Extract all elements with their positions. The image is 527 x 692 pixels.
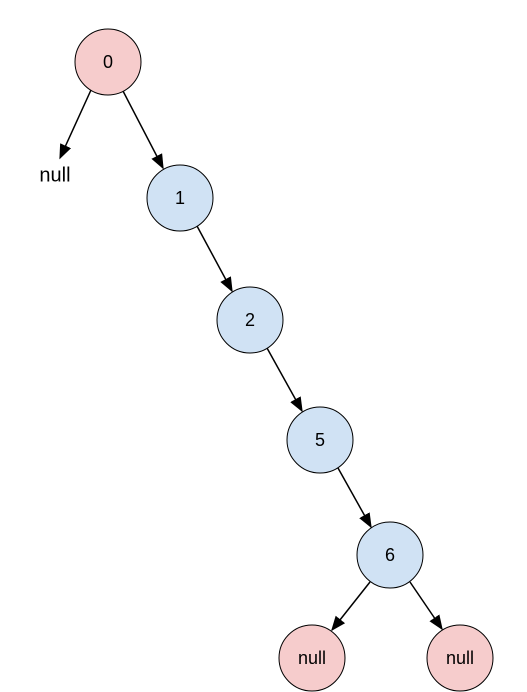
- node-null-top-left: null: [39, 164, 70, 186]
- node-null-bottom-left-label: null: [298, 648, 326, 668]
- edge-6-nullR: [410, 582, 442, 629]
- node-6: 6: [357, 522, 423, 588]
- node-5-label: 5: [315, 430, 325, 450]
- edge-5-6: [338, 468, 371, 527]
- edge-0-1: [123, 91, 163, 168]
- edge-1-2: [197, 226, 232, 291]
- node-2-label: 2: [245, 310, 255, 330]
- node-0: 0: [75, 29, 141, 95]
- node-2: 2: [217, 287, 283, 353]
- node-1-label: 1: [175, 188, 185, 208]
- edge-6-nullL: [332, 582, 370, 630]
- node-1: 1: [147, 165, 213, 231]
- edge-2-5: [267, 348, 302, 411]
- node-null-bottom-right: null: [427, 625, 493, 691]
- node-null-bottom-right-label: null: [446, 648, 474, 668]
- node-null-bottom-left: null: [279, 625, 345, 691]
- tree-diagram: 0 null 1 2 5 6 null null: [0, 0, 527, 692]
- edge-0-nullL: [60, 90, 91, 158]
- node-0-label: 0: [103, 52, 113, 72]
- node-6-label: 6: [385, 545, 395, 565]
- node-5: 5: [287, 407, 353, 473]
